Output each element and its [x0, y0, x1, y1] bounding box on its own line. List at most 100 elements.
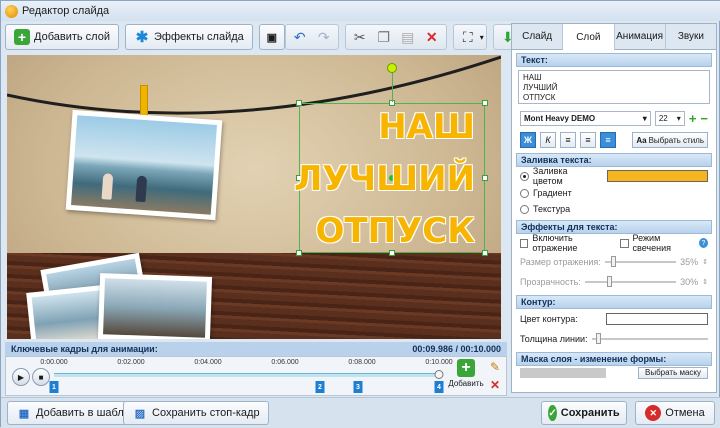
fill-section-header: Заливка текста: [516, 153, 712, 167]
outline-width-slider[interactable] [591, 333, 708, 344]
align-center-button[interactable]: ≡ [580, 132, 596, 148]
photo-table-3-image [103, 278, 207, 338]
fill-color-row[interactable]: Заливка цветом [512, 166, 716, 186]
rotate-line [392, 68, 393, 102]
texture-row[interactable]: Текстура [512, 201, 716, 217]
save-button[interactable]: ✓ Сохранить [541, 401, 627, 425]
playhead[interactable] [434, 370, 444, 379]
arrange-group: ⛶ ▾ [452, 24, 487, 50]
effects-icon: ✱ [135, 29, 149, 46]
transparency-value: 30% [680, 277, 699, 287]
add-layer-button[interactable]: + Добавить слой [5, 24, 119, 50]
title-bar: Редактор слайда [1, 1, 720, 21]
timeline-ruler: 0:00.000 0:02.000 0:04.000 0:06.000 0:08… [40, 359, 452, 371]
slider-knob[interactable] [610, 256, 616, 267]
reflection-checkbox[interactable] [520, 238, 529, 248]
projector-icon: ▣ [266, 31, 277, 44]
transparency-row: Прозрачность: 30% ⇕ [512, 272, 716, 292]
add-keyframe-label: Добавить [448, 379, 484, 388]
resize-handle[interactable] [296, 250, 302, 256]
gradient-row[interactable]: Градиент [512, 185, 716, 201]
preview-button[interactable]: ▣ [258, 24, 285, 50]
tab-sounds[interactable]: Звуки [665, 24, 716, 50]
effects-row: Включить отражение Режим свечения ? [512, 233, 716, 253]
gradient-label: Градиент [533, 188, 572, 198]
add-keyframe-button[interactable]: + Добавить [448, 359, 484, 395]
timeline-track[interactable] [54, 373, 439, 377]
fill-color-swatch[interactable] [607, 170, 708, 182]
keyframe-marker[interactable]: 4 [434, 381, 444, 393]
image-icon: ▨ [134, 407, 146, 420]
glow-label: Режим свечения [632, 233, 671, 253]
save-frame-button[interactable]: ▨ Сохранить стоп-кадр [123, 401, 269, 425]
align-right-button[interactable]: ≡ [600, 132, 616, 148]
transparency-label: Прозрачность: [520, 277, 581, 287]
slider-knob[interactable] [606, 276, 612, 287]
texture-radio[interactable] [520, 204, 529, 214]
text-input[interactable]: НАШ ЛУЧШИЙ ОТПУСК [518, 70, 710, 104]
toolbar: + Добавить слой ✱ Эффекты слайда ▣ ↶ ↷ ✂… [5, 23, 547, 51]
check-icon: ✓ [548, 405, 557, 421]
choose-mask-button[interactable]: Выбрать маску [638, 367, 708, 379]
photo-beach-hanging[interactable] [65, 109, 223, 221]
italic-button[interactable]: К [540, 132, 556, 148]
help-icon[interactable]: ? [698, 238, 708, 248]
cancel-button[interactable]: ✕ Отмена [635, 401, 715, 425]
resize-handle[interactable] [296, 100, 302, 106]
mask-preview [520, 368, 606, 378]
keyframe-marker[interactable]: 1 [49, 381, 59, 393]
fit-icon[interactable]: ⛶ [456, 25, 480, 49]
outline-color-swatch[interactable] [606, 313, 708, 325]
play-button[interactable]: ▶ [12, 368, 30, 386]
font-select[interactable]: Mont Heavy DEMO ▾ [520, 110, 651, 126]
increase-size-icon[interactable]: + [689, 111, 697, 126]
resize-handle[interactable] [482, 100, 488, 106]
resize-handle[interactable] [482, 175, 488, 181]
outline-width-label: Толщина линии: [520, 334, 588, 344]
outline-width-row: Толщина линии: [512, 329, 716, 349]
fill-color-radio[interactable] [520, 171, 529, 181]
app-icon [5, 4, 18, 18]
slide-text-line: ЛУЧШИЙ [294, 159, 475, 199]
spinner-icon[interactable]: ⇕ [702, 258, 708, 266]
timeline-header: Ключевые кадры для анимации: 00:09.986 /… [5, 342, 507, 356]
undo-icon[interactable]: ↶ [288, 25, 312, 49]
reflection-size-slider[interactable] [604, 256, 677, 267]
copy-icon[interactable]: ❐ [372, 25, 396, 49]
bold-button[interactable]: Ж [520, 132, 536, 148]
chevron-down-icon[interactable]: ▾ [480, 33, 484, 42]
keyframe-marker[interactable]: 3 [353, 381, 363, 393]
rotate-handle[interactable] [387, 63, 397, 73]
slider-knob[interactable] [595, 333, 601, 344]
delete-icon[interactable]: ✕ [420, 25, 444, 49]
pencil-icon[interactable]: ✎ [490, 360, 500, 374]
gradient-radio[interactable] [520, 188, 529, 198]
cut-icon[interactable]: ✂ [348, 25, 372, 49]
resize-handle[interactable] [482, 250, 488, 256]
tab-layer[interactable]: Слой [563, 24, 615, 50]
font-name: Mont Heavy DEMO [524, 113, 596, 123]
transparency-slider[interactable] [584, 276, 677, 287]
stop-button[interactable]: ■ [32, 368, 50, 386]
decrease-size-icon[interactable]: − [700, 111, 708, 126]
glow-checkbox[interactable] [620, 238, 629, 248]
align-left-button[interactable]: ≡ [560, 132, 576, 148]
redo-icon[interactable]: ↷ [312, 25, 336, 49]
tab-slide[interactable]: Слайд [512, 24, 564, 50]
window-title: Редактор слайда [22, 5, 110, 17]
photo-table-3[interactable] [97, 273, 213, 339]
choose-style-label: Выбрать стиль [648, 135, 704, 145]
slide-editor-window: Редактор слайда + Добавить слой ✱ Эффект… [0, 0, 720, 428]
tab-animation[interactable]: Анимация [614, 24, 666, 50]
keyframe-timeline[interactable]: ▶ ■ 0:00.000 0:02.000 0:04.000 0:06.000 … [5, 356, 507, 396]
paste-icon[interactable]: ▤ [396, 25, 420, 49]
font-size-select[interactable]: 22 ▾ [654, 110, 685, 126]
choose-style-button[interactable]: Aa Выбрать стиль [632, 132, 708, 148]
texture-label: Текстура [533, 204, 571, 214]
keyframe-marker[interactable]: 2 [315, 381, 325, 393]
slide-canvas[interactable]: НАШ ЛУЧШИЙ ОТПУСК [7, 55, 501, 339]
slide-effects-button[interactable]: ✱ Эффекты слайда [124, 24, 253, 50]
delete-keyframe-icon[interactable]: ✕ [490, 378, 500, 392]
tick-label: 0:10.000 [425, 359, 453, 366]
spinner-icon[interactable]: ⇕ [702, 278, 708, 286]
